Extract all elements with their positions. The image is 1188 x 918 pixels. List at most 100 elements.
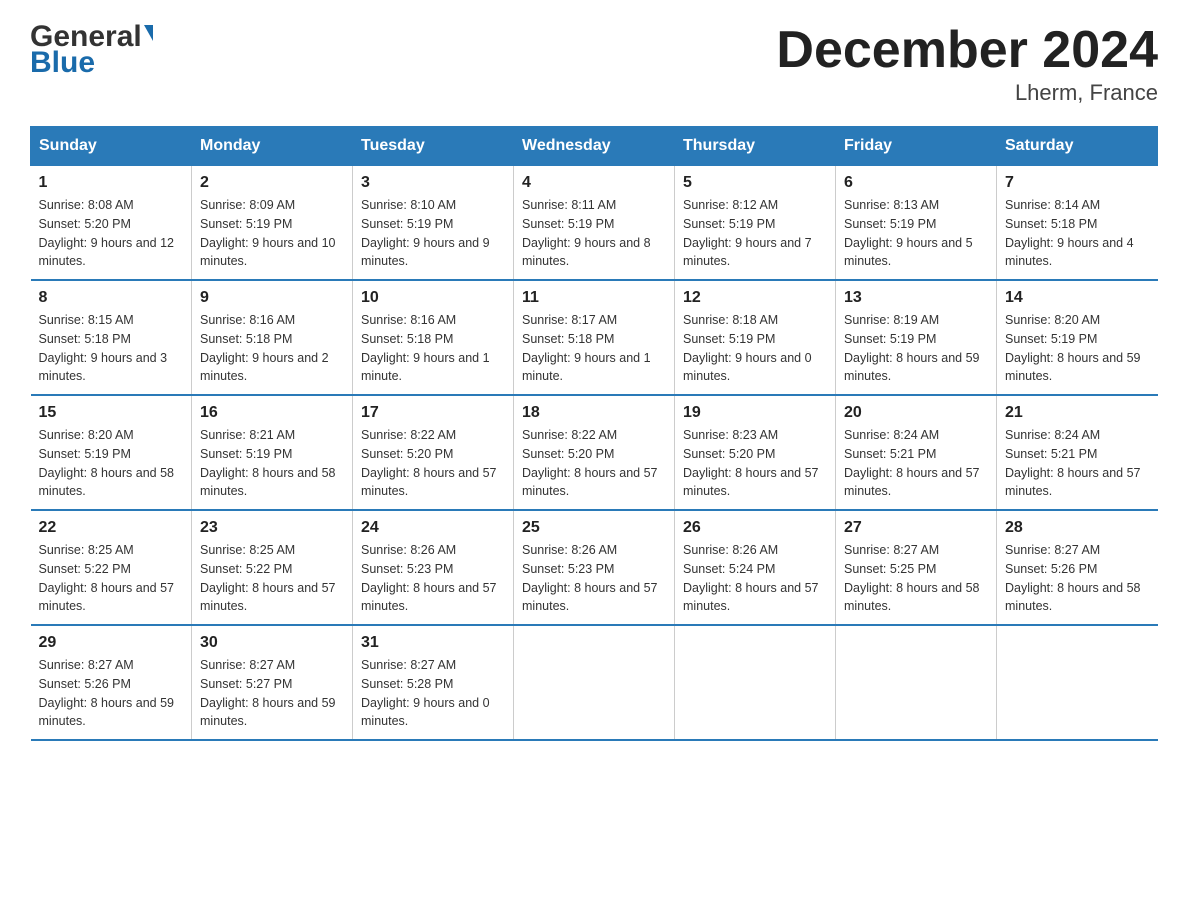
logo-blue: Blue bbox=[30, 46, 95, 80]
day-info: Sunrise: 8:27 AMSunset: 5:28 PMDaylight:… bbox=[361, 656, 505, 731]
day-number: 20 bbox=[844, 404, 988, 422]
calendar-cell: 16 Sunrise: 8:21 AMSunset: 5:19 PMDaylig… bbox=[192, 395, 353, 510]
calendar-cell: 23 Sunrise: 8:25 AMSunset: 5:22 PMDaylig… bbox=[192, 510, 353, 625]
day-number: 10 bbox=[361, 289, 505, 307]
day-number: 13 bbox=[844, 289, 988, 307]
calendar-cell: 5 Sunrise: 8:12 AMSunset: 5:19 PMDayligh… bbox=[675, 166, 836, 281]
day-info: Sunrise: 8:27 AMSunset: 5:26 PMDaylight:… bbox=[39, 656, 184, 731]
calendar-cell: 28 Sunrise: 8:27 AMSunset: 5:26 PMDaylig… bbox=[997, 510, 1158, 625]
day-number: 12 bbox=[683, 289, 827, 307]
day-info: Sunrise: 8:24 AMSunset: 5:21 PMDaylight:… bbox=[1005, 426, 1150, 501]
day-number: 21 bbox=[1005, 404, 1150, 422]
column-header-saturday: Saturday bbox=[997, 127, 1158, 166]
day-number: 9 bbox=[200, 289, 344, 307]
day-info: Sunrise: 8:26 AMSunset: 5:23 PMDaylight:… bbox=[361, 541, 505, 616]
day-info: Sunrise: 8:26 AMSunset: 5:24 PMDaylight:… bbox=[683, 541, 827, 616]
day-info: Sunrise: 8:10 AMSunset: 5:19 PMDaylight:… bbox=[361, 196, 505, 271]
calendar-week-row: 29 Sunrise: 8:27 AMSunset: 5:26 PMDaylig… bbox=[31, 625, 1158, 740]
logo: General Blue bbox=[30, 20, 153, 80]
day-number: 7 bbox=[1005, 174, 1150, 192]
column-header-sunday: Sunday bbox=[31, 127, 192, 166]
day-number: 26 bbox=[683, 519, 827, 537]
calendar-cell: 3 Sunrise: 8:10 AMSunset: 5:19 PMDayligh… bbox=[353, 166, 514, 281]
calendar-cell: 31 Sunrise: 8:27 AMSunset: 5:28 PMDaylig… bbox=[353, 625, 514, 740]
calendar-cell: 10 Sunrise: 8:16 AMSunset: 5:18 PMDaylig… bbox=[353, 280, 514, 395]
calendar-cell: 25 Sunrise: 8:26 AMSunset: 5:23 PMDaylig… bbox=[514, 510, 675, 625]
month-title: December 2024 bbox=[776, 20, 1158, 80]
day-number: 19 bbox=[683, 404, 827, 422]
calendar-week-row: 1 Sunrise: 8:08 AMSunset: 5:20 PMDayligh… bbox=[31, 166, 1158, 281]
day-number: 28 bbox=[1005, 519, 1150, 537]
day-number: 4 bbox=[522, 174, 666, 192]
day-info: Sunrise: 8:17 AMSunset: 5:18 PMDaylight:… bbox=[522, 311, 666, 386]
calendar-cell: 4 Sunrise: 8:11 AMSunset: 5:19 PMDayligh… bbox=[514, 166, 675, 281]
day-info: Sunrise: 8:22 AMSunset: 5:20 PMDaylight:… bbox=[361, 426, 505, 501]
day-info: Sunrise: 8:16 AMSunset: 5:18 PMDaylight:… bbox=[200, 311, 344, 386]
day-info: Sunrise: 8:12 AMSunset: 5:19 PMDaylight:… bbox=[683, 196, 827, 271]
day-number: 2 bbox=[200, 174, 344, 192]
column-header-friday: Friday bbox=[836, 127, 997, 166]
calendar-header-row: SundayMondayTuesdayWednesdayThursdayFrid… bbox=[31, 127, 1158, 166]
calendar-cell bbox=[514, 625, 675, 740]
day-number: 18 bbox=[522, 404, 666, 422]
day-info: Sunrise: 8:19 AMSunset: 5:19 PMDaylight:… bbox=[844, 311, 988, 386]
day-number: 23 bbox=[200, 519, 344, 537]
day-number: 3 bbox=[361, 174, 505, 192]
column-header-wednesday: Wednesday bbox=[514, 127, 675, 166]
calendar-cell: 20 Sunrise: 8:24 AMSunset: 5:21 PMDaylig… bbox=[836, 395, 997, 510]
day-number: 24 bbox=[361, 519, 505, 537]
day-number: 17 bbox=[361, 404, 505, 422]
calendar-cell: 13 Sunrise: 8:19 AMSunset: 5:19 PMDaylig… bbox=[836, 280, 997, 395]
day-info: Sunrise: 8:09 AMSunset: 5:19 PMDaylight:… bbox=[200, 196, 344, 271]
day-number: 15 bbox=[39, 404, 184, 422]
location: Lherm, France bbox=[776, 80, 1158, 106]
calendar-cell bbox=[675, 625, 836, 740]
calendar-cell: 7 Sunrise: 8:14 AMSunset: 5:18 PMDayligh… bbox=[997, 166, 1158, 281]
day-info: Sunrise: 8:27 AMSunset: 5:25 PMDaylight:… bbox=[844, 541, 988, 616]
day-info: Sunrise: 8:27 AMSunset: 5:27 PMDaylight:… bbox=[200, 656, 344, 731]
calendar-week-row: 22 Sunrise: 8:25 AMSunset: 5:22 PMDaylig… bbox=[31, 510, 1158, 625]
day-number: 5 bbox=[683, 174, 827, 192]
calendar-cell: 30 Sunrise: 8:27 AMSunset: 5:27 PMDaylig… bbox=[192, 625, 353, 740]
day-info: Sunrise: 8:20 AMSunset: 5:19 PMDaylight:… bbox=[39, 426, 184, 501]
day-number: 11 bbox=[522, 289, 666, 307]
day-info: Sunrise: 8:22 AMSunset: 5:20 PMDaylight:… bbox=[522, 426, 666, 501]
day-number: 27 bbox=[844, 519, 988, 537]
calendar-week-row: 8 Sunrise: 8:15 AMSunset: 5:18 PMDayligh… bbox=[31, 280, 1158, 395]
day-number: 1 bbox=[39, 174, 184, 192]
calendar-cell: 18 Sunrise: 8:22 AMSunset: 5:20 PMDaylig… bbox=[514, 395, 675, 510]
day-info: Sunrise: 8:27 AMSunset: 5:26 PMDaylight:… bbox=[1005, 541, 1150, 616]
day-info: Sunrise: 8:20 AMSunset: 5:19 PMDaylight:… bbox=[1005, 311, 1150, 386]
calendar-cell: 1 Sunrise: 8:08 AMSunset: 5:20 PMDayligh… bbox=[31, 166, 192, 281]
day-number: 29 bbox=[39, 634, 184, 652]
day-info: Sunrise: 8:13 AMSunset: 5:19 PMDaylight:… bbox=[844, 196, 988, 271]
calendar-cell: 29 Sunrise: 8:27 AMSunset: 5:26 PMDaylig… bbox=[31, 625, 192, 740]
day-info: Sunrise: 8:25 AMSunset: 5:22 PMDaylight:… bbox=[200, 541, 344, 616]
title-area: December 2024 Lherm, France bbox=[776, 20, 1158, 106]
calendar-cell: 8 Sunrise: 8:15 AMSunset: 5:18 PMDayligh… bbox=[31, 280, 192, 395]
day-info: Sunrise: 8:23 AMSunset: 5:20 PMDaylight:… bbox=[683, 426, 827, 501]
calendar-cell: 22 Sunrise: 8:25 AMSunset: 5:22 PMDaylig… bbox=[31, 510, 192, 625]
day-info: Sunrise: 8:21 AMSunset: 5:19 PMDaylight:… bbox=[200, 426, 344, 501]
page-header: General Blue December 2024 Lherm, France bbox=[30, 20, 1158, 106]
column-header-thursday: Thursday bbox=[675, 127, 836, 166]
calendar-cell: 21 Sunrise: 8:24 AMSunset: 5:21 PMDaylig… bbox=[997, 395, 1158, 510]
calendar-cell: 26 Sunrise: 8:26 AMSunset: 5:24 PMDaylig… bbox=[675, 510, 836, 625]
calendar-cell: 24 Sunrise: 8:26 AMSunset: 5:23 PMDaylig… bbox=[353, 510, 514, 625]
day-info: Sunrise: 8:16 AMSunset: 5:18 PMDaylight:… bbox=[361, 311, 505, 386]
day-info: Sunrise: 8:15 AMSunset: 5:18 PMDaylight:… bbox=[39, 311, 184, 386]
calendar-cell bbox=[997, 625, 1158, 740]
day-info: Sunrise: 8:11 AMSunset: 5:19 PMDaylight:… bbox=[522, 196, 666, 271]
day-info: Sunrise: 8:26 AMSunset: 5:23 PMDaylight:… bbox=[522, 541, 666, 616]
calendar-week-row: 15 Sunrise: 8:20 AMSunset: 5:19 PMDaylig… bbox=[31, 395, 1158, 510]
calendar-cell: 14 Sunrise: 8:20 AMSunset: 5:19 PMDaylig… bbox=[997, 280, 1158, 395]
day-info: Sunrise: 8:18 AMSunset: 5:19 PMDaylight:… bbox=[683, 311, 827, 386]
day-info: Sunrise: 8:14 AMSunset: 5:18 PMDaylight:… bbox=[1005, 196, 1150, 271]
calendar-table: SundayMondayTuesdayWednesdayThursdayFrid… bbox=[30, 126, 1158, 741]
day-info: Sunrise: 8:25 AMSunset: 5:22 PMDaylight:… bbox=[39, 541, 184, 616]
calendar-cell: 19 Sunrise: 8:23 AMSunset: 5:20 PMDaylig… bbox=[675, 395, 836, 510]
day-info: Sunrise: 8:24 AMSunset: 5:21 PMDaylight:… bbox=[844, 426, 988, 501]
column-header-tuesday: Tuesday bbox=[353, 127, 514, 166]
day-number: 30 bbox=[200, 634, 344, 652]
calendar-cell: 11 Sunrise: 8:17 AMSunset: 5:18 PMDaylig… bbox=[514, 280, 675, 395]
